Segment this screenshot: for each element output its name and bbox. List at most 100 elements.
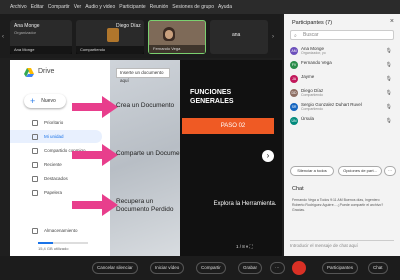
participant-role: Compartiendo [301,93,323,97]
menu-item[interactable]: Sesiones de grupo [172,4,214,10]
avatar: ÚN [290,117,298,125]
shared-screen: Drive + Nuevo Prioritario Mi unidad Comp… [10,60,282,256]
participant-row[interactable]: AM Ana Monge Organizador, yo 🎙 [284,46,400,57]
participant-row[interactable]: SR Sergio Gonzalez Duhart Ruvel Comparti… [284,102,400,113]
trash-icon [32,189,38,196]
meeting-toolbar: Cancelar silenciar Iniciar vídeo Compart… [0,256,400,280]
participant-row[interactable]: FV Fernando Vega 🎙 [284,60,400,71]
arrow-icon [72,144,118,166]
menu-item[interactable]: Archivo [10,4,27,10]
more-button[interactable]: ··· [270,262,285,274]
participant-options-button[interactable]: Opciones de part... [338,166,382,176]
close-icon[interactable]: × [390,18,394,25]
chat-input[interactable]: Introducir el mensaje de chat aquí [290,240,394,250]
arrow-icon [72,194,118,216]
new-button-label: Nuevo [41,98,56,104]
menu-bar: Archivo Editar Compartir Ver Audio y vid… [0,0,400,14]
nav-item-starred[interactable]: Destacados [10,172,110,185]
video-strip: ‹ Ana Monge Organizador Ana Monge Diego … [0,14,282,58]
tile-name: Diego Díaz [116,23,141,29]
slide-controls[interactable]: 1 / 8 ⏸ ⛶ [236,244,253,249]
tile-footer: Compartiendo [76,46,144,54]
mic-icon[interactable]: 🎙 [386,118,392,124]
chat-button[interactable]: Chat [368,262,388,274]
cloud-icon [32,227,38,234]
start-video-button[interactable]: Iniciar vídeo [150,262,185,274]
tile-footer: Fernando Vega [149,45,205,53]
menu-item[interactable]: Ayuda [218,4,232,10]
plus-icon: + [30,96,36,106]
leave-meeting-icon[interactable] [292,261,306,275]
mic-icon[interactable]: 🎙 [386,76,392,82]
participant-row[interactable]: JA Jayme 🎙 [284,74,400,85]
nav-label: Reciente [44,162,62,167]
avatar: JA [290,75,298,83]
school-logo-icon [106,28,119,42]
menu-item[interactable]: Compartir [48,4,70,10]
participant-role: Organizador, yo [301,51,326,55]
mic-icon[interactable]: 🎙 [386,104,392,110]
menu-item[interactable]: Participante [119,4,145,10]
strip-prev-icon[interactable]: ‹ [2,34,4,40]
video-tile[interactable]: Diego Díaz Compartiendo [76,20,144,54]
slide-title: FUNCIONES GENERALES [190,89,234,105]
participant-role: Compartiendo [301,107,323,111]
record-button[interactable]: Grabar [238,262,263,274]
chat-message: Fernando Vega a Todos 9:11 AM Buenos día… [292,198,384,212]
mic-icon[interactable]: 🎙 [386,48,392,54]
drive-logo-icon [24,68,34,77]
mute-all-button[interactable]: Silenciar a todos [290,166,334,176]
slide-label-recover: Recupera un Documento Perdido [116,198,174,213]
video-tile-camera[interactable]: Fernando Vega [148,20,206,54]
avatar: AM [290,47,298,55]
video-tile[interactable]: ana [210,20,268,54]
next-slide-icon[interactable]: › [262,150,274,162]
participant-name: Jayme [301,74,315,79]
person-face [165,30,173,39]
tile-footer: Ana Monge [10,46,72,54]
participant-name: Fernando Vega [301,60,332,65]
participant-search-input[interactable]: ⌕ Buscar [290,30,394,40]
nav-label: Destacados [44,176,68,181]
menu-item[interactable]: Editar [31,4,44,10]
nav-item-my-drive[interactable]: Mi unidad [10,130,102,143]
search-icon: ⌕ [294,33,297,39]
participants-panel: Participantes (7) × ⌕ Buscar AM Ana Mong… [284,14,400,256]
new-button[interactable]: + Nuevo [24,94,66,108]
search-placeholder: Buscar [303,32,319,38]
avatar: SR [290,103,298,111]
participants-button[interactable]: Participantes [322,262,359,274]
menu-item[interactable]: Ver [74,4,82,10]
avatar: DD [290,89,298,97]
more-options-icon[interactable]: ··· [384,166,396,176]
strip-next-icon[interactable]: › [272,34,274,40]
tile-name: ana [232,32,241,38]
tooltip: Inserte un documento aquí [116,68,170,83]
slide-label-create: Crea un Documento [116,102,175,109]
menu-item[interactable]: Reunión [150,4,169,10]
arrow-icon [72,96,118,118]
tile-name: Ana Monge [14,23,40,29]
panel-title: Participantes (7) [292,20,333,26]
storage-text: 15,4 GB utilizado [38,246,69,251]
menu-item[interactable]: Audio y video [85,4,115,10]
video-tile[interactable]: Ana Monge Organizador Ana Monge [10,20,72,54]
unmute-button[interactable]: Cancelar silenciar [92,262,138,274]
storage-fill [38,242,53,244]
mic-icon[interactable]: 🎙 [386,62,392,68]
background-photo [110,60,180,256]
check-icon [32,119,38,126]
mic-icon[interactable]: 🎙 [386,90,392,96]
nav-item-storage[interactable]: Almacenamiento [10,224,110,237]
participant-row[interactable]: DD Diego Díaz Compartiendo 🎙 [284,88,400,99]
chat-title: Chat [292,186,304,192]
clock-icon [32,161,38,168]
star-icon [32,175,38,182]
share-button[interactable]: Compartir [196,262,226,274]
drive-icon [32,133,38,140]
storage-bar [38,242,88,244]
slide-explore-text: Explora la Herramienta. [213,201,277,207]
nav-label: Prioritario [44,120,64,125]
drive-title: Drive [38,68,55,75]
participant-row[interactable]: ÚN Úrsula 🎙 [284,116,400,127]
